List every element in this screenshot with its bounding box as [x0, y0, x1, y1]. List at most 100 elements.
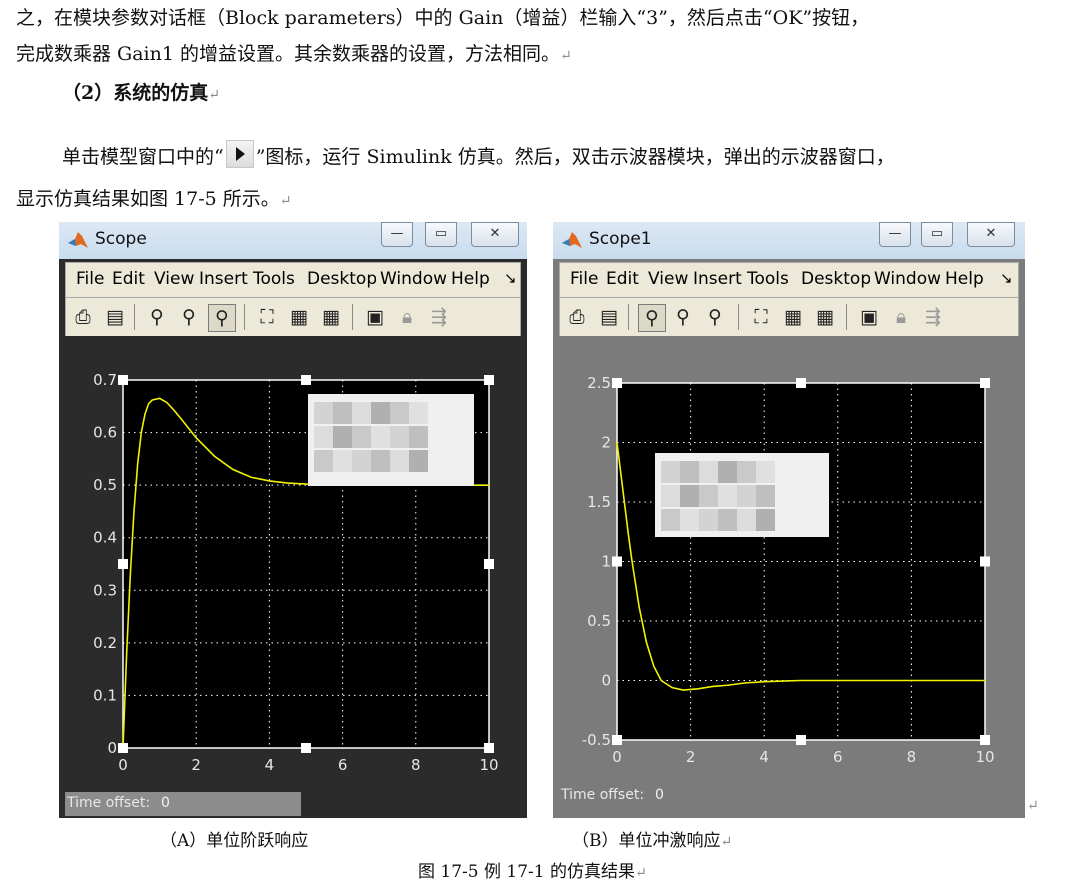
- caption-a-text: （A）单位阶跃响应: [160, 831, 309, 851]
- doc-line-2: 完成数乘器 Gain1 的增益设置。其余数乘器的设置，方法相同。↵: [16, 41, 572, 69]
- close-button[interactable]: ✕: [471, 222, 519, 247]
- floating-scope-icon[interactable]: ▣: [362, 304, 388, 330]
- figure-caption: 图 17-5 例 17-1 的仿真结果↵: [418, 857, 647, 882]
- parameters-icon[interactable]: ▤: [102, 304, 128, 330]
- menu-window[interactable]: Window: [874, 269, 940, 289]
- toolbar-divider: [738, 304, 739, 330]
- zoom-x-icon[interactable]: ⚲: [176, 304, 202, 330]
- doc-line-2-text: 完成数乘器 Gain1 的增益设置。其余数乘器的设置，方法相同。: [16, 43, 560, 65]
- blurred-legend-cell: [352, 402, 371, 424]
- menu-view[interactable]: View: [648, 269, 688, 289]
- x-tick-label: 0: [612, 748, 622, 766]
- save-axes-icon[interactable]: ▦: [286, 304, 312, 330]
- data-point: [144, 413, 146, 415]
- menu-insert[interactable]: Insert: [199, 269, 248, 289]
- y-tick-label: 0.5: [93, 476, 117, 494]
- selection-handle: [484, 559, 494, 569]
- data-point: [671, 687, 673, 689]
- close-button[interactable]: ✕: [967, 222, 1015, 247]
- y-tick-label: -0.5: [582, 731, 611, 749]
- section-heading: （2）系统的仿真↵: [62, 80, 220, 108]
- scope1-plot[interactable]: 0 2 4 6 8 10-0.500.511.522.5: [559, 336, 1019, 818]
- menu-edit[interactable]: Edit: [606, 269, 639, 289]
- selection-handle: [796, 735, 806, 745]
- lock-icon[interactable]: 🔒︎: [888, 304, 914, 330]
- data-point: [623, 501, 625, 503]
- selection-handle: [118, 559, 128, 569]
- blurred-legend-cell: [737, 461, 756, 483]
- menu-insert[interactable]: Insert: [693, 269, 742, 289]
- paragraph-mark: ↵: [208, 87, 220, 103]
- toolbar: ⎙ ▤ ⚲ ⚲ ⚲ ⛶ ▦ ▦ ▣ 🔒︎ ⇶: [65, 297, 521, 337]
- scope-plot[interactable]: 0 2 4 6 8 10 0 0.1 0.2 0.3 0.4 0.5 0.6 0.7: [65, 336, 521, 818]
- parameters-icon[interactable]: ▤: [596, 304, 622, 330]
- toolbar-divider: [628, 304, 629, 330]
- blurred-legend-cell: [756, 509, 775, 531]
- y-tick-label: 1.5: [587, 493, 611, 511]
- blurred-legend-cell: [314, 426, 333, 448]
- selection-handle: [612, 556, 622, 567]
- zoom-in-icon[interactable]: ⚲: [638, 304, 666, 332]
- menu-file[interactable]: File: [570, 269, 598, 289]
- toolbar-divider: [244, 304, 245, 330]
- autoscale-icon[interactable]: ⛶: [254, 304, 280, 330]
- y-tick-label: 0.2: [93, 634, 117, 652]
- restore-button[interactable]: ▭: [921, 222, 953, 247]
- y-tick-label: 1: [601, 553, 611, 571]
- restore-button[interactable]: ▭: [425, 222, 457, 247]
- selection-handle: [980, 556, 990, 567]
- blurred-legend-cell: [756, 485, 775, 507]
- toolbar-divider: [846, 304, 847, 330]
- data-point: [745, 682, 747, 684]
- paragraph-mark: ↵: [279, 193, 292, 209]
- menu-dock-arrow-icon[interactable]: ↘: [1000, 269, 1013, 287]
- doc-line-3: 单击模型窗口中的“ ”图标，运行 Simulink 仿真。然后，双击示波器模块，弹…: [62, 140, 895, 170]
- menu-edit[interactable]: Edit: [112, 269, 145, 289]
- menu-tools[interactable]: Tools: [253, 269, 295, 289]
- y-tick-label: 0.4: [93, 529, 117, 547]
- autoscale-icon[interactable]: ⛶: [748, 304, 774, 330]
- menu-window[interactable]: Window: [380, 269, 446, 289]
- menu-tools[interactable]: Tools: [747, 269, 789, 289]
- toolbar-divider: [134, 304, 135, 330]
- data-point: [129, 573, 131, 576]
- menu-help[interactable]: Help: [451, 269, 490, 289]
- floating-scope-icon[interactable]: ▣: [856, 304, 882, 330]
- selection-handle: [118, 375, 128, 385]
- x-tick-label: 2: [686, 748, 696, 766]
- minimize-button[interactable]: —: [879, 222, 911, 247]
- lock-icon[interactable]: 🔒︎: [394, 304, 420, 330]
- menu-desktop[interactable]: Desktop: [307, 269, 376, 289]
- restore-axes-icon[interactable]: ▦: [812, 304, 838, 330]
- window-title: Scope: [95, 229, 147, 249]
- save-axes-icon[interactable]: ▦: [780, 304, 806, 330]
- paragraph-mark: ↵: [720, 834, 733, 850]
- blurred-legend-cell: [390, 426, 409, 448]
- minimize-button[interactable]: —: [381, 222, 413, 247]
- signal-selection-icon[interactable]: ⇶: [426, 304, 452, 330]
- data-point: [620, 471, 622, 473]
- zoom-x-icon[interactable]: ⚲: [670, 304, 696, 330]
- menu-file[interactable]: File: [76, 269, 104, 289]
- print-icon[interactable]: ⎙: [70, 304, 96, 330]
- data-point: [213, 455, 216, 457]
- menu-bar: File Edit View Insert Tools Desktop Wind…: [65, 262, 521, 298]
- paragraph-mark: ↵: [635, 865, 647, 881]
- zoom-y-icon[interactable]: ⚲: [702, 304, 728, 330]
- x-tick-label: 6: [833, 748, 843, 766]
- time-offset-bar: Time offset: 0: [65, 792, 301, 816]
- menu-help[interactable]: Help: [945, 269, 984, 289]
- restore-axes-icon[interactable]: ▦: [318, 304, 344, 330]
- menu-view[interactable]: View: [154, 269, 194, 289]
- data-point: [250, 476, 252, 478]
- menu-dock-arrow-icon[interactable]: ↘: [504, 269, 517, 287]
- x-tick-label: 6: [338, 756, 348, 774]
- y-tick-label: 0: [601, 672, 611, 690]
- zoom-in-icon[interactable]: ⚲: [144, 304, 170, 330]
- menu-desktop[interactable]: Desktop: [801, 269, 870, 289]
- print-icon[interactable]: ⎙: [564, 304, 590, 330]
- signal-selection-icon[interactable]: ⇶: [920, 304, 946, 330]
- data-point: [195, 437, 197, 439]
- zoom-y-icon[interactable]: ⚲: [208, 304, 236, 332]
- data-point: [232, 468, 234, 470]
